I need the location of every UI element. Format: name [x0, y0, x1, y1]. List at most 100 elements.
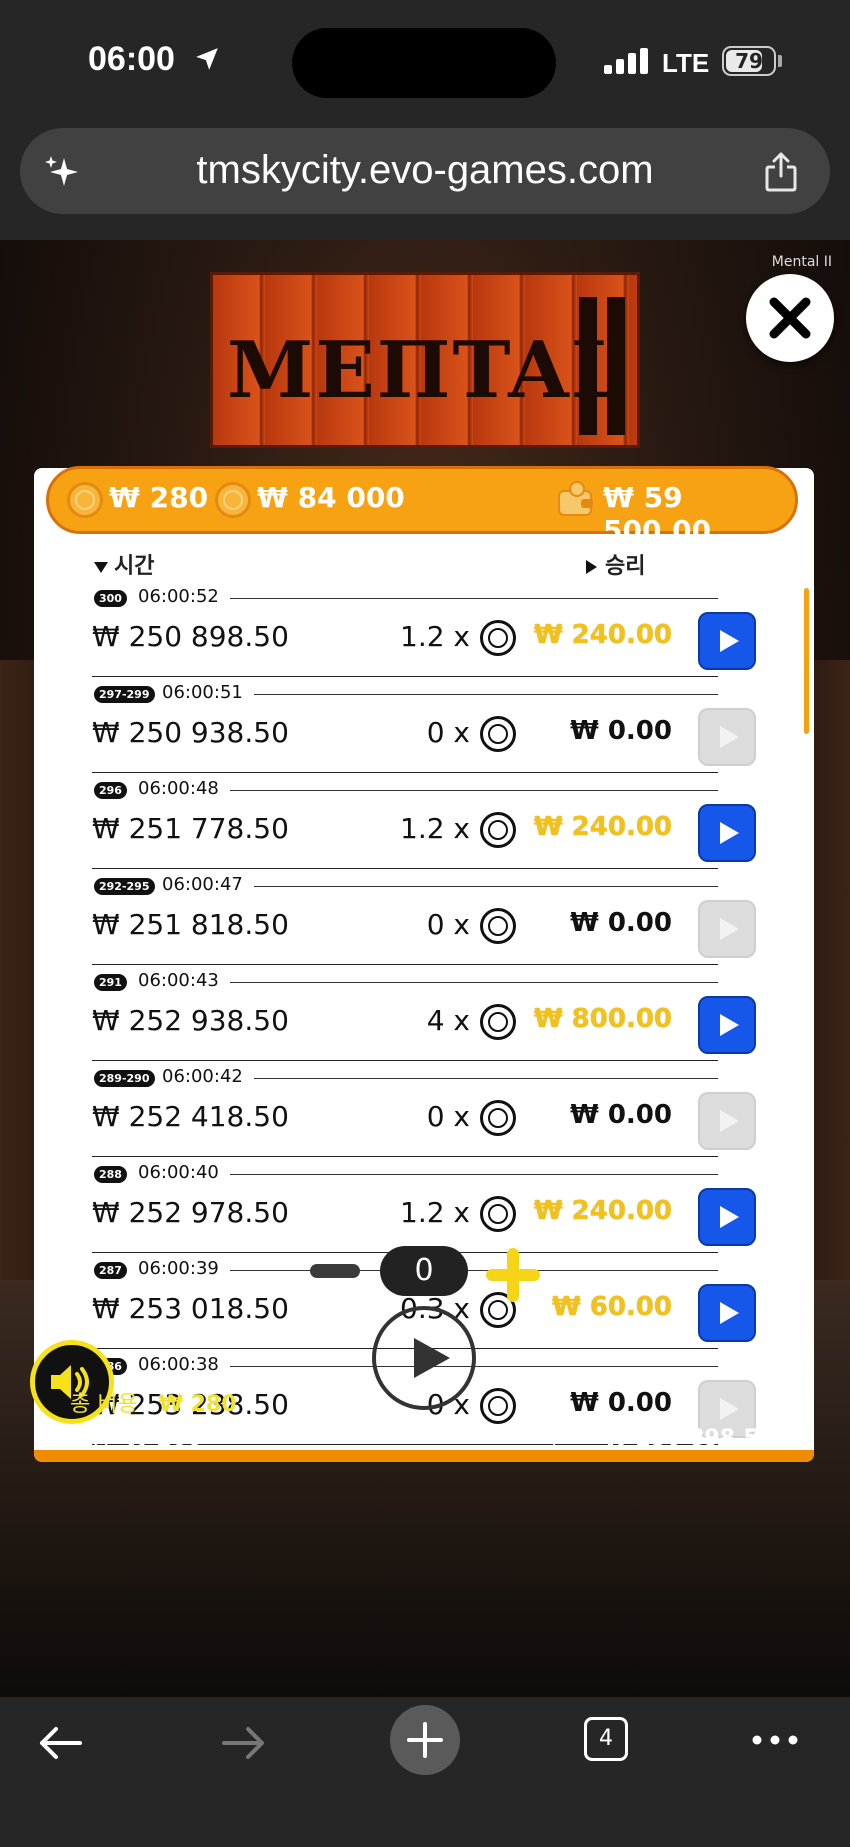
signal-icon: [604, 48, 648, 74]
tabs-button[interactable]: 4: [584, 1717, 628, 1761]
multiplier: 0 x: [426, 908, 470, 941]
round-badge: 297-299: [94, 686, 155, 703]
replay-button[interactable]: [698, 1284, 756, 1342]
bet-balance: ₩ 252 978.50: [92, 1196, 289, 1229]
round-time: 06:00:51: [162, 682, 243, 703]
round-badge: 296: [94, 782, 127, 799]
win-amount: ₩ 0.00: [570, 716, 672, 746]
total-cost: 총 비용 ₩ 280: [70, 1392, 237, 1417]
history-row: 296 06:00:48 ₩ 251 778.50 1.2 x ₩ 240.00: [92, 774, 756, 870]
increase-button[interactable]: [486, 1248, 540, 1302]
coin-icon: [480, 812, 516, 848]
replay-button[interactable]: [698, 612, 756, 670]
round-time: 06:00:48: [138, 778, 219, 799]
play-icon: [720, 1110, 739, 1132]
dynamic-island: [292, 28, 556, 98]
replay-button[interactable]: [698, 996, 756, 1054]
battery-icon: 79: [722, 46, 776, 76]
divider: [230, 598, 718, 599]
url-text[interactable]: tmskycity.evo-games.com: [110, 148, 740, 193]
location-arrow-icon: [196, 48, 218, 70]
coin-icon: [480, 716, 516, 752]
network-type: LTE: [662, 48, 710, 78]
row-divider: [92, 676, 718, 677]
replay-button[interactable]: [698, 900, 756, 958]
more-icon[interactable]: [752, 1735, 798, 1745]
bet-balance: ₩ 253 018.50: [92, 1292, 289, 1325]
history-row: 292-295 06:00:47 ₩ 251 818.50 0 x ₩ 0.00: [92, 870, 756, 966]
round-time: 06:00:38: [138, 1354, 219, 1375]
round-time: 06:00:47: [162, 874, 243, 895]
replay-button[interactable]: [698, 1188, 756, 1246]
divider: [254, 1078, 718, 1079]
row-divider: [92, 1060, 718, 1061]
history-summary-bar: ₩ 280 ₩ 84 000 ₩ 59 500.00: [46, 466, 798, 547]
bet-balance: ₩ 252 938.50: [92, 1004, 289, 1037]
address-bar[interactable]: tmskycity.evo-games.com: [20, 128, 830, 214]
spin-button[interactable]: [372, 1306, 476, 1410]
win-amount: ₩ 240.00: [533, 1196, 672, 1226]
round-time: 06:00:42: [162, 1066, 243, 1087]
win-amount: ₩ 0.00: [570, 908, 672, 938]
forward-icon[interactable]: [222, 1725, 266, 1761]
replay-button[interactable]: [698, 708, 756, 766]
play-icon: [720, 1302, 739, 1324]
divider: [254, 694, 718, 695]
browser-address-area: tmskycity.evo-games.com: [0, 120, 850, 240]
multiplier: 0 x: [426, 1100, 470, 1133]
play-icon: [414, 1338, 450, 1378]
round-time: 06:00:43: [138, 970, 219, 991]
coin-icon: [480, 1100, 516, 1136]
round-badge: 291: [94, 974, 127, 991]
bet-balance: ₩ 250 898.50: [92, 620, 289, 653]
battery-tip: [778, 55, 782, 67]
close-button[interactable]: [746, 274, 834, 362]
win-amount: ₩ 240.00: [533, 812, 672, 842]
bet-cost: ₩ 280: [109, 481, 209, 514]
sort-win-header[interactable]: 승리: [586, 548, 645, 580]
divider: [254, 886, 718, 887]
back-icon[interactable]: [38, 1725, 82, 1761]
round-time: 06:00:39: [138, 1258, 219, 1279]
wallet-balance: ₩ 59 500.00: [603, 481, 712, 547]
round-time: 06:00:40: [138, 1162, 219, 1183]
close-icon: [769, 297, 811, 339]
balance: 잔고 ₩ 250 898.50: [549, 1426, 774, 1451]
multiplier: 1.2 x: [400, 620, 470, 653]
coin-icon: [215, 482, 251, 518]
win-amount: ₩ 800.00: [533, 1004, 672, 1034]
history-row: 291 06:00:43 ₩ 252 938.50 4 x ₩ 800.00: [92, 966, 756, 1062]
multiplier: 0 x: [426, 716, 470, 749]
bet-balance: ₩ 251 778.50: [92, 812, 289, 845]
multiplier: 1.2 x: [400, 1196, 470, 1229]
browser-toolbar: 4: [0, 1697, 850, 1847]
coin-icon: [480, 620, 516, 656]
round-badge: 300: [94, 590, 127, 607]
play-icon: [720, 1014, 739, 1036]
game-title-label: Mental II: [771, 254, 832, 270]
coin-icon: [480, 1196, 516, 1232]
row-divider: [92, 964, 718, 965]
decrease-button[interactable]: [310, 1264, 360, 1278]
history-row: 289-290 06:00:42 ₩ 252 418.50 0 x ₩ 0.00: [92, 1062, 756, 1158]
status-bar: 06:00 LTE 79: [0, 0, 850, 120]
game-logo: MEΠTAL: [210, 272, 640, 448]
share-icon[interactable]: [764, 152, 798, 192]
new-tab-button[interactable]: [390, 1705, 460, 1775]
play-icon: [720, 630, 739, 652]
round-badge: 288: [94, 1166, 127, 1183]
replay-button[interactable]: [698, 1092, 756, 1150]
win-amount: ₩ 60.00: [552, 1292, 672, 1322]
scrollbar[interactable]: [804, 588, 809, 734]
multiplier: 4 x: [426, 1004, 470, 1037]
win-amount: ₩ 240.00: [533, 620, 672, 650]
plus-icon: [407, 1722, 443, 1758]
sort-time-header[interactable]: 시간: [94, 548, 154, 580]
round-badge: 292-295: [94, 878, 155, 895]
bet-balance: ₩ 250 938.50: [92, 716, 289, 749]
round-badge: 289-290: [94, 1070, 155, 1087]
divider: [230, 1174, 718, 1175]
replay-button[interactable]: [698, 804, 756, 862]
divider: [230, 1270, 718, 1271]
sparkle-icon[interactable]: [44, 154, 80, 190]
